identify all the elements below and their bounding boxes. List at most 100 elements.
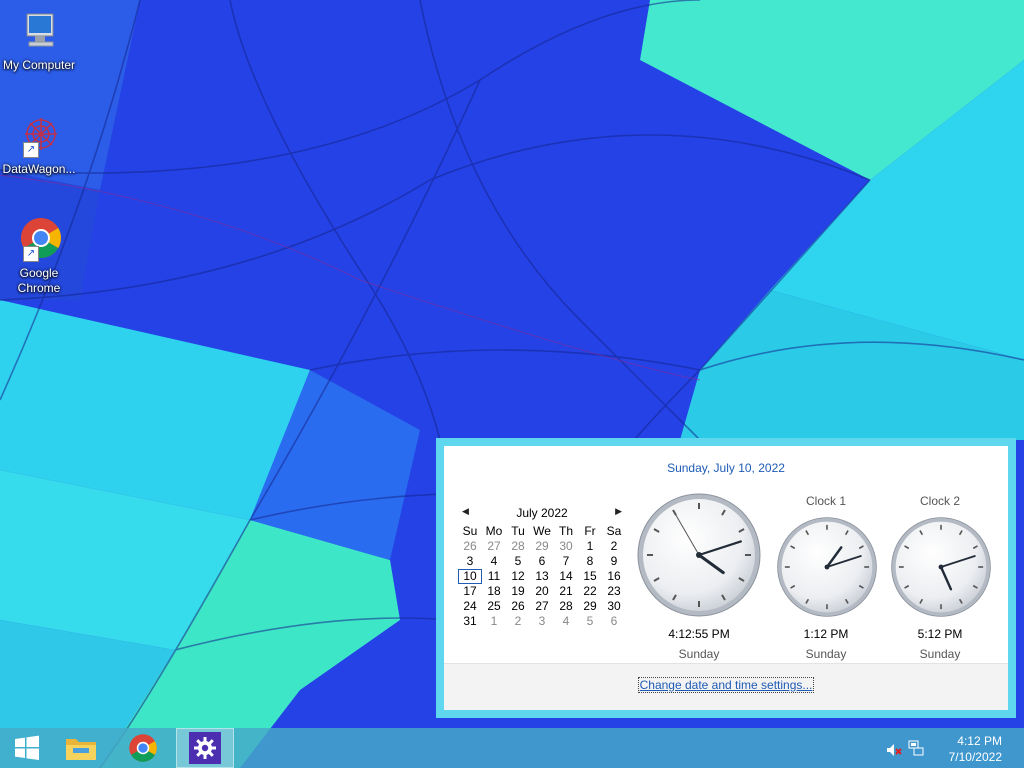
calendar-day[interactable]: 7: [554, 554, 578, 569]
analog-clock-face: [637, 493, 761, 617]
local-clock: 4:12:55 PM Sunday: [634, 490, 764, 661]
desktop-icon-label: DataWagon...: [2, 162, 76, 176]
calendar-day[interactable]: 25: [482, 599, 506, 614]
clock-pivot: [824, 564, 830, 570]
clock-day: Sunday: [919, 647, 961, 661]
calendar-header: ◀ July 2022 ▶: [458, 506, 626, 524]
calendar-day[interactable]: 3: [458, 554, 482, 569]
calendar-day[interactable]: 21: [554, 584, 578, 599]
calendar-day[interactable]: 14: [554, 569, 578, 584]
additional-clock-1: Clock 1 1:12 PM Sunday: [776, 494, 877, 661]
calendar-day[interactable]: 18: [482, 584, 506, 599]
calendar-month-label[interactable]: July 2022: [516, 506, 567, 520]
calendar-day[interactable]: 24: [458, 599, 482, 614]
weekday-header: Su: [462, 524, 478, 538]
next-month-icon[interactable]: ▶: [615, 506, 622, 517]
calendar-day[interactable]: 4: [554, 614, 578, 629]
clock-title: Clock 2: [919, 494, 960, 508]
calendar-grid: Su Mo Tu We Th Fr Sa 26 27 28 29 30 1 2 3 4 5 6 7 8 9 10 11 12 1…: [458, 524, 626, 629]
windows-logo-icon: [15, 735, 39, 760]
desktop-icon-label: My Computer: [2, 58, 76, 72]
computer-icon: ↗: [15, 8, 63, 56]
desktop-icon-my-computer[interactable]: ↗ My Computer: [0, 8, 78, 73]
calendar-day[interactable]: 11: [482, 569, 506, 584]
chrome-taskbar-button[interactable]: [116, 728, 170, 768]
analog-clock-face: [891, 517, 991, 617]
taskbar-time: 4:12 PM: [957, 734, 1002, 748]
desktop-icon-label: Google Chrome: [17, 266, 61, 295]
start-button[interactable]: [0, 728, 54, 768]
weekday-header: Th: [558, 524, 573, 538]
calendar-day[interactable]: 13: [530, 569, 554, 584]
calendar-day[interactable]: 12: [506, 569, 530, 584]
calendar-day[interactable]: 28: [554, 599, 578, 614]
calendar-day[interactable]: 2: [602, 539, 626, 554]
clock-pivot: [938, 564, 944, 570]
desktop-icon-google-chrome[interactable]: ↗ Google Chrome: [0, 216, 78, 296]
calendar-day[interactable]: 31: [458, 614, 482, 629]
long-date-label[interactable]: Sunday, July 10, 2022: [444, 461, 1008, 475]
change-date-time-settings-link[interactable]: Change date and time settings...: [444, 677, 1008, 693]
calendar-day[interactable]: 10: [458, 569, 482, 584]
file-explorer-button[interactable]: [54, 728, 108, 768]
desktop-icon-datawagon[interactable]: ↗ DataWagon...: [0, 112, 78, 177]
clock-pivot: [696, 552, 702, 558]
calendar-day[interactable]: 5: [506, 554, 530, 569]
calendar-day[interactable]: 3: [530, 614, 554, 629]
date-time-flyout: Sunday, July 10, 2022 ◀ July 2022 ▶ Su Mo…: [436, 438, 1016, 718]
shortcut-arrow-icon: ↗: [23, 142, 39, 158]
notification-area: 4:12 PM 7/10/2022: [884, 728, 1024, 768]
settings-taskbar-button[interactable]: [176, 728, 234, 768]
calendar-day[interactable]: 19: [506, 584, 530, 599]
clock-title: Clock 1: [805, 494, 846, 508]
chrome-icon: [129, 734, 157, 762]
additional-clock-2: Clock 2 5:12 PM Sunday: [890, 494, 991, 661]
calendar-day[interactable]: 26: [458, 539, 482, 554]
datawagon-icon: ↗: [15, 112, 63, 160]
weekday-header: Sa: [606, 524, 622, 538]
gear-icon: [194, 737, 216, 759]
weekday-header: Fr: [584, 524, 596, 538]
network-icon[interactable]: [908, 740, 924, 756]
weekday-header: Mo: [485, 524, 503, 538]
previous-month-icon[interactable]: ◀: [462, 506, 469, 517]
calendar-day[interactable]: 1: [482, 614, 506, 629]
calendar-day[interactable]: 17: [458, 584, 482, 599]
calendar-day[interactable]: 15: [578, 569, 602, 584]
calendar-day[interactable]: 5: [578, 614, 602, 629]
calendar-day[interactable]: 22: [578, 584, 602, 599]
calendar-day[interactable]: 29: [578, 599, 602, 614]
clock-time: 4:12:55 PM: [668, 627, 730, 641]
weekday-header: Tu: [511, 524, 525, 538]
clock-day: Sunday: [805, 647, 847, 661]
calendar-day[interactable]: 4: [482, 554, 506, 569]
clock-day: Sunday: [678, 647, 720, 661]
taskbar-clock[interactable]: 4:12 PM 7/10/2022: [932, 733, 1002, 765]
calendar-day[interactable]: 26: [506, 599, 530, 614]
clock-time: 1:12 PM: [803, 627, 849, 641]
calendar-day[interactable]: 27: [530, 599, 554, 614]
calendar-day[interactable]: 9: [602, 554, 626, 569]
folder-icon: [66, 739, 96, 760]
calendar-day[interactable]: 6: [602, 614, 626, 629]
taskbar-date: 7/10/2022: [948, 750, 1002, 764]
calendar-day[interactable]: 8: [578, 554, 602, 569]
speaker-muted-icon[interactable]: [886, 742, 902, 758]
calendar-day[interactable]: 29: [530, 539, 554, 554]
calendar-day[interactable]: 28: [506, 539, 530, 554]
calendar-day[interactable]: 2: [506, 614, 530, 629]
flyout-footer: Change date and time settings...: [444, 663, 1008, 710]
calendar-day[interactable]: 20: [530, 584, 554, 599]
calendar-day[interactable]: 30: [602, 599, 626, 614]
calendar-day[interactable]: 1: [578, 539, 602, 554]
shortcut-arrow-icon: ↗: [23, 246, 39, 262]
settings-link-text[interactable]: Change date and time settings...: [637, 677, 815, 693]
calendar-day[interactable]: 6: [530, 554, 554, 569]
chrome-icon: ↗: [15, 216, 63, 264]
weekday-header: We: [533, 524, 551, 538]
calendar-day[interactable]: 23: [602, 584, 626, 599]
clock-time: 5:12 PM: [917, 627, 963, 641]
calendar-day[interactable]: 27: [482, 539, 506, 554]
calendar-day[interactable]: 16: [602, 569, 626, 584]
calendar-day[interactable]: 30: [554, 539, 578, 554]
